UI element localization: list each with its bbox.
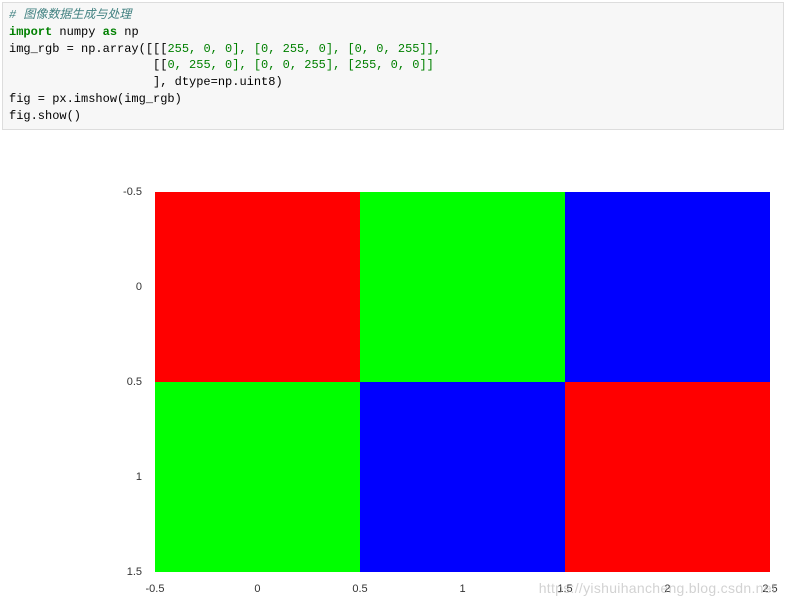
chart-container: -0.5 0 0.5 1 1.5 -0.5 0 0.5 1 1.5 2 2.5 bbox=[100, 182, 780, 602]
x-tick: 0 bbox=[254, 583, 260, 595]
heatmap-plot[interactable] bbox=[155, 192, 770, 572]
y-tick: 1.5 bbox=[127, 566, 142, 578]
heatmap-cell-1-0 bbox=[155, 382, 360, 572]
heatmap-cell-0-0 bbox=[155, 192, 360, 382]
y-tick: 0.5 bbox=[127, 376, 142, 388]
heatmap-cell-1-1 bbox=[360, 382, 565, 572]
y-tick: 0 bbox=[136, 281, 142, 293]
code-block: # 图像数据生成与处理 import numpy as np img_rgb =… bbox=[2, 2, 784, 130]
code-line-5: ], dtype=np.uint8) bbox=[9, 74, 777, 91]
code-line-2: import numpy as np bbox=[9, 24, 777, 41]
y-axis: -0.5 0 0.5 1 1.5 bbox=[100, 192, 150, 572]
x-tick: -0.5 bbox=[146, 583, 165, 595]
code-line-3: img_rgb = np.array([[[255, 0, 0], [0, 25… bbox=[9, 41, 777, 58]
code-line-7: fig.show() bbox=[9, 108, 777, 125]
code-line-6: fig = px.imshow(img_rgb) bbox=[9, 91, 777, 108]
y-tick: 1 bbox=[136, 471, 142, 483]
y-tick: -0.5 bbox=[123, 186, 142, 198]
heatmap-cell-0-1 bbox=[360, 192, 565, 382]
x-tick: 0.5 bbox=[352, 583, 367, 595]
code-comment: # 图像数据生成与处理 bbox=[9, 8, 131, 22]
code-line-1: # 图像数据生成与处理 bbox=[9, 7, 777, 24]
heatmap-cell-0-2 bbox=[565, 192, 770, 382]
watermark-text: https://yishuihancheng.blog.csdn.net bbox=[539, 580, 776, 596]
x-tick: 1 bbox=[459, 583, 465, 595]
heatmap-cell-1-2 bbox=[565, 382, 770, 572]
code-line-4: [[0, 255, 0], [0, 0, 255], [255, 0, 0]] bbox=[9, 57, 777, 74]
